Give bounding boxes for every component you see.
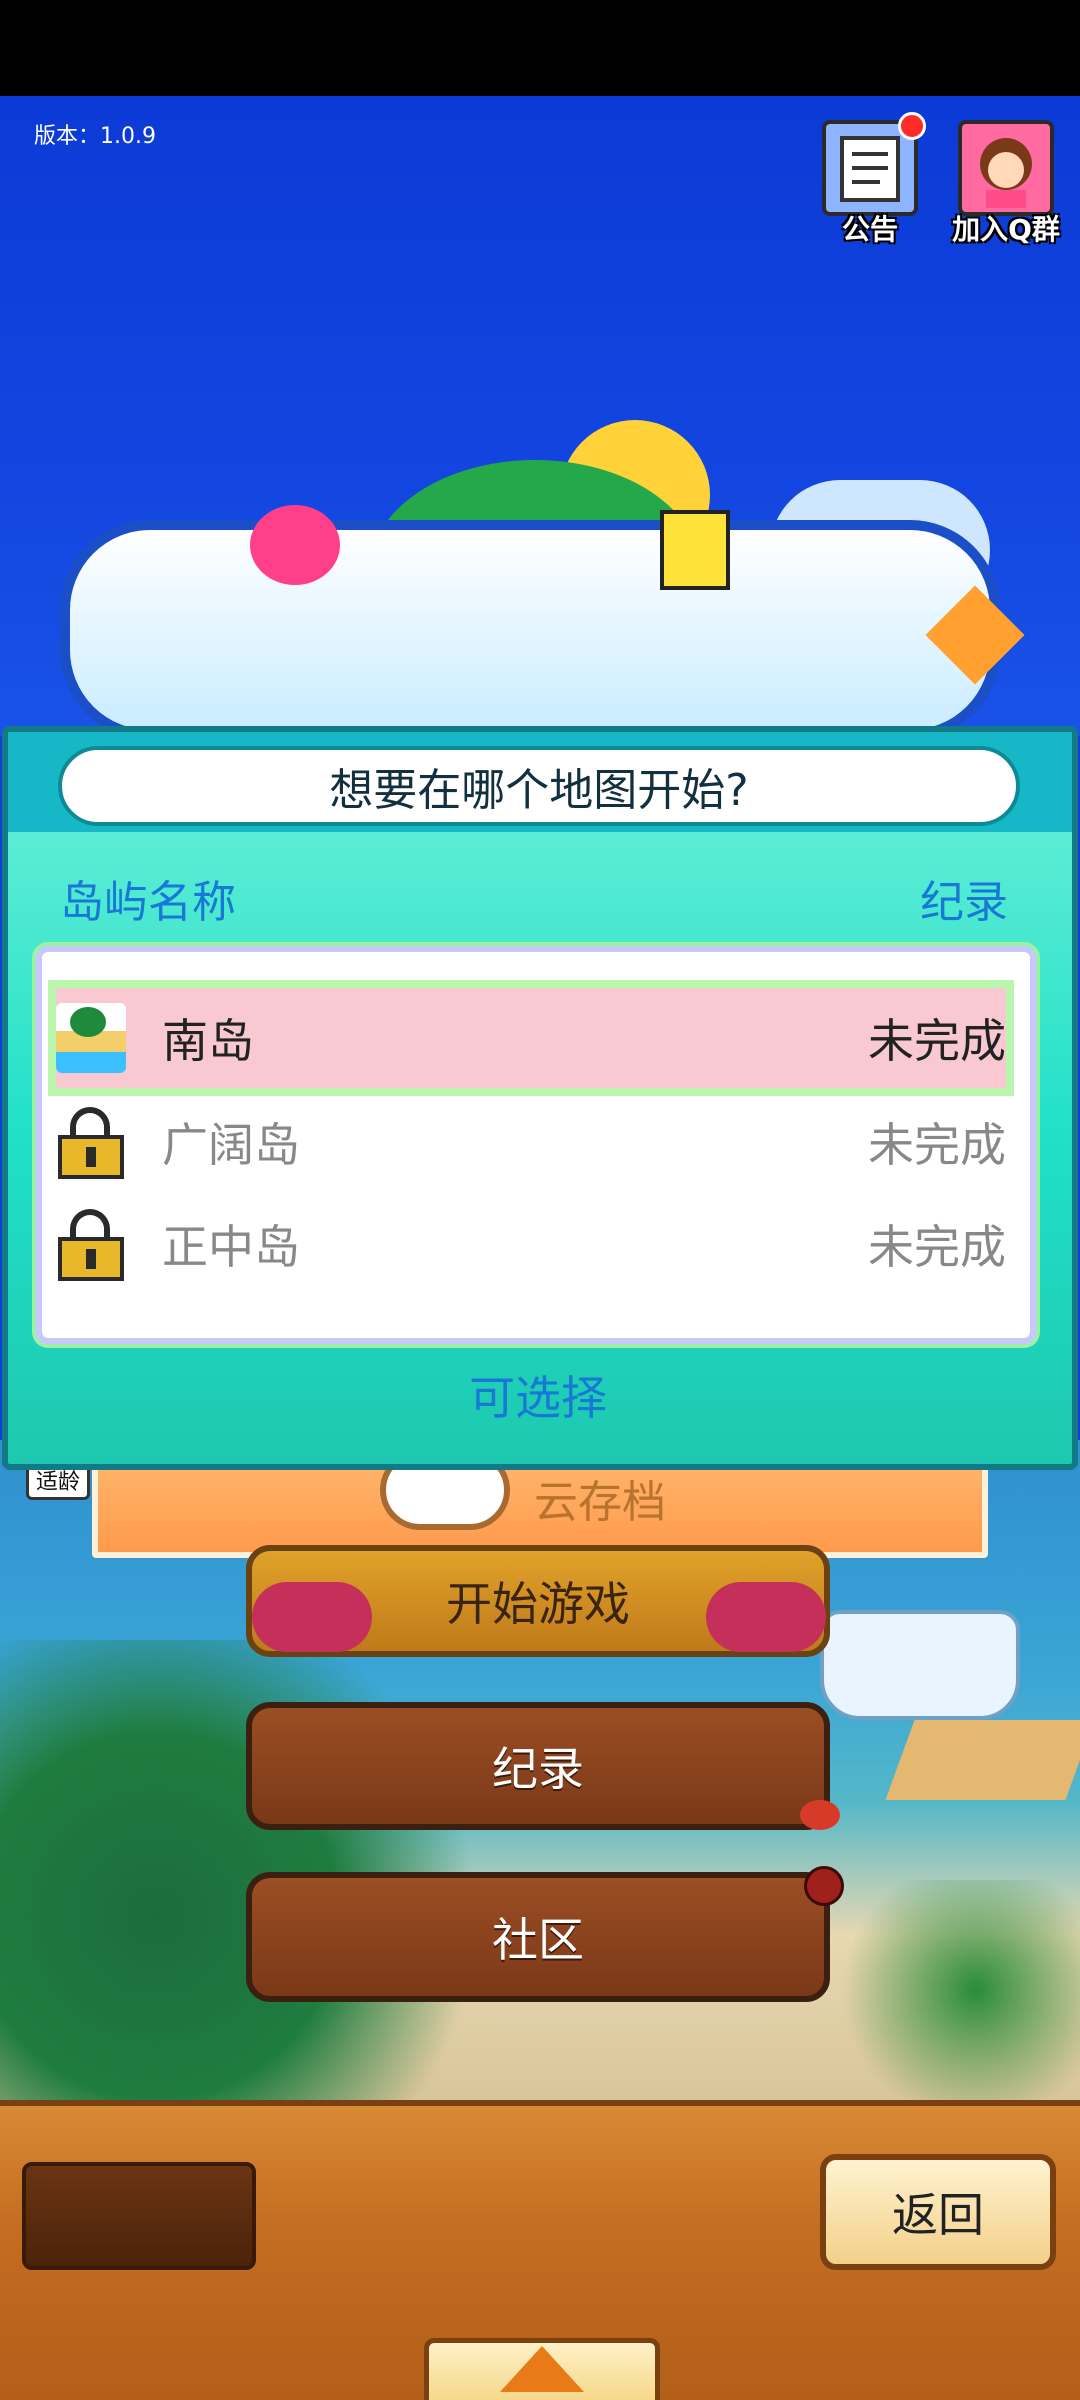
island-name: 广阔岛 bbox=[162, 1118, 300, 1172]
start-game-label: 开始游戏 bbox=[446, 1577, 630, 1631]
community-label: 社区 bbox=[492, 1913, 584, 1967]
island-icon bbox=[56, 1003, 126, 1073]
hibiscus-icon bbox=[250, 505, 340, 585]
character-avatar-icon bbox=[980, 138, 1032, 208]
cruise-ship bbox=[820, 1610, 1020, 1720]
island-row-wide[interactable]: 广阔岛 未完成 bbox=[56, 1092, 1006, 1192]
back-button[interactable]: 返回 bbox=[820, 2154, 1056, 2270]
mascot-icon bbox=[660, 510, 730, 590]
island-row-central[interactable]: 正中岛 未完成 bbox=[56, 1194, 1006, 1294]
island-status: 未完成 bbox=[868, 1118, 1006, 1172]
island-status: 未完成 bbox=[868, 1014, 1006, 1068]
lock-icon bbox=[56, 1209, 126, 1281]
back-label: 返回 bbox=[892, 2188, 984, 2242]
lock-icon bbox=[56, 1107, 126, 1179]
dialog-title-text: 想要在哪个地图开始? bbox=[329, 765, 749, 816]
island-name: 南岛 bbox=[162, 1014, 254, 1068]
notice-icon bbox=[840, 136, 900, 202]
empty-slot-button[interactable] bbox=[22, 2162, 256, 2270]
version-text: 版本：1.0.9 bbox=[34, 124, 156, 149]
triangle-up-icon bbox=[500, 2346, 584, 2392]
column-header-island-name: 岛屿名称 bbox=[60, 877, 236, 928]
wooden-dock bbox=[885, 1720, 1080, 1800]
crab-icon bbox=[800, 1800, 840, 1830]
palm-tree-right bbox=[820, 1880, 1080, 2100]
status-bar bbox=[0, 0, 1080, 96]
cloud-save-label: 云存档 bbox=[534, 1477, 666, 1528]
selectable-hint: 可选择 bbox=[469, 1371, 607, 1425]
dialog-title: 想要在哪个地图开始? bbox=[58, 746, 1020, 826]
island-status: 未完成 bbox=[868, 1220, 1006, 1274]
records-button[interactable]: 纪录 bbox=[246, 1702, 830, 1830]
island-row-south[interactable]: 南岛 未完成 bbox=[48, 980, 1014, 1096]
qq-group-label: 加入Q群 bbox=[952, 213, 1060, 246]
records-label: 纪录 bbox=[492, 1742, 584, 1796]
flowers-decoration-left bbox=[252, 1582, 372, 1652]
island-name: 正中岛 bbox=[162, 1220, 300, 1274]
game-logo bbox=[60, 520, 1000, 740]
qq-group-button[interactable] bbox=[958, 120, 1054, 216]
flowers-decoration-right bbox=[706, 1582, 826, 1652]
community-button[interactable]: 社区 bbox=[246, 1872, 830, 2002]
column-header-record: 纪录 bbox=[920, 877, 1008, 928]
button-knob bbox=[804, 1866, 844, 1906]
notification-dot bbox=[898, 112, 926, 140]
